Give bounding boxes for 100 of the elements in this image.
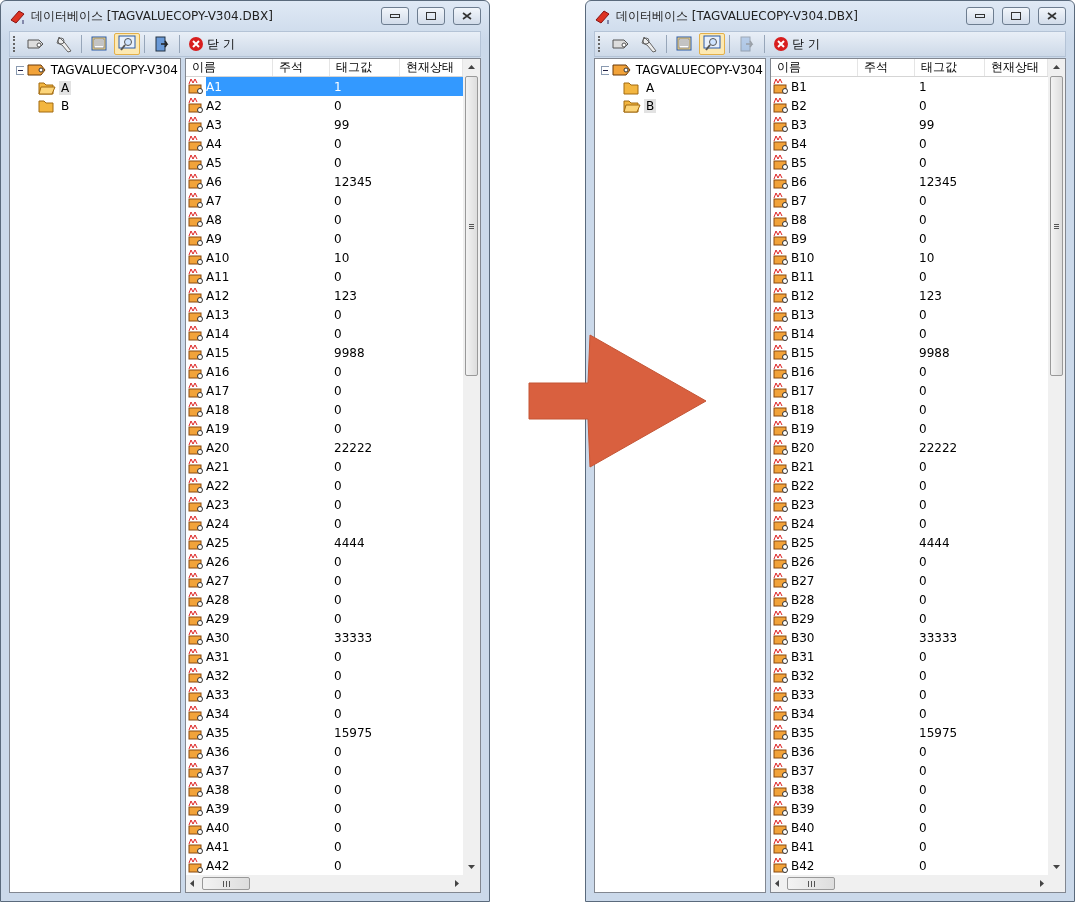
tag-name[interactable]: A34 <box>206 706 230 721</box>
tag-name[interactable]: A2 <box>206 98 222 113</box>
tag-name[interactable]: A30 <box>206 630 230 645</box>
scroll-thumb[interactable] <box>202 877 250 890</box>
tag-name[interactable]: A41 <box>206 839 230 854</box>
tree-item[interactable]: A <box>59 81 72 95</box>
tag-name[interactable]: B11 <box>791 269 815 284</box>
scroll-thumb[interactable] <box>465 76 478 376</box>
tag-name[interactable]: B18 <box>791 402 815 417</box>
tag-name[interactable]: B1 <box>791 79 807 94</box>
tag-name[interactable]: B4 <box>791 136 807 151</box>
tag-name[interactable]: B31 <box>791 649 815 664</box>
tag-name[interactable]: B15 <box>791 345 815 360</box>
tag-name[interactable]: B39 <box>791 801 815 816</box>
tag-name[interactable]: B19 <box>791 421 815 436</box>
tag-name[interactable]: A12 <box>206 288 230 303</box>
vertical-scrollbar[interactable] <box>1048 59 1065 875</box>
tag-name[interactable]: A32 <box>206 668 230 683</box>
scroll-right-icon[interactable] <box>455 880 459 887</box>
tag-name[interactable]: A16 <box>206 364 230 379</box>
tag-name[interactable]: A6 <box>206 174 222 189</box>
horizontal-scrollbar[interactable] <box>186 875 463 892</box>
tag-name[interactable]: A23 <box>206 497 230 512</box>
tag-name[interactable]: B37 <box>791 763 815 778</box>
tag-name[interactable]: B24 <box>791 516 815 531</box>
toolbar-button[interactable] <box>699 33 725 55</box>
column-header[interactable]: 태그값 <box>915 59 985 76</box>
tag-name[interactable]: A3 <box>206 117 222 132</box>
tag-name[interactable]: A35 <box>206 725 230 740</box>
tag-name[interactable]: A42 <box>206 858 230 873</box>
tag-name[interactable]: B33 <box>791 687 815 702</box>
tree-root[interactable]: TAGVALUECOPY-V304 <box>48 63 180 77</box>
tag-name[interactable]: A11 <box>206 269 230 284</box>
tag-name[interactable]: B9 <box>791 231 807 246</box>
horizontal-scrollbar[interactable] <box>771 875 1048 892</box>
minimize-button[interactable] <box>381 7 409 25</box>
tag-name[interactable]: B17 <box>791 383 815 398</box>
tag-name[interactable]: A24 <box>206 516 230 531</box>
tag-name[interactable]: B20 <box>791 440 815 455</box>
tag-name[interactable]: A38 <box>206 782 230 797</box>
close-button[interactable] <box>453 7 481 25</box>
tree-item[interactable]: B <box>644 99 657 113</box>
tag-name[interactable]: B2 <box>791 98 807 113</box>
column-header[interactable]: 주석 <box>858 59 915 76</box>
tag-name[interactable]: A14 <box>206 326 230 341</box>
minimize-button[interactable] <box>966 7 994 25</box>
tag-name[interactable]: A40 <box>206 820 230 835</box>
tag-name[interactable]: B13 <box>791 307 815 322</box>
tag-name[interactable]: A25 <box>206 535 230 550</box>
tag-name[interactable]: B25 <box>791 535 815 550</box>
close-toolbar-button[interactable]: 닫 기 <box>184 33 239 55</box>
column-header[interactable]: 태그값 <box>330 59 400 76</box>
vertical-scrollbar[interactable] <box>463 59 480 875</box>
tag-name[interactable]: A15 <box>206 345 230 360</box>
tag-name[interactable]: B28 <box>791 592 815 607</box>
maximize-button[interactable] <box>1002 7 1030 25</box>
tag-name[interactable]: B7 <box>791 193 807 208</box>
tag-name[interactable]: B6 <box>791 174 807 189</box>
maximize-button[interactable] <box>417 7 445 25</box>
tag-name[interactable]: A36 <box>206 744 230 759</box>
tag-name[interactable]: B32 <box>791 668 815 683</box>
scroll-right-icon[interactable] <box>1040 880 1044 887</box>
scroll-thumb[interactable] <box>1050 76 1063 376</box>
column-header[interactable]: 이름 <box>771 59 858 76</box>
tag-name[interactable]: A4 <box>206 136 222 151</box>
column-header[interactable]: 이름 <box>186 59 273 76</box>
tag-name[interactable]: B36 <box>791 744 815 759</box>
tag-name[interactable]: A19 <box>206 421 230 436</box>
tag-name[interactable]: A13 <box>206 307 230 322</box>
tag-name[interactable]: A21 <box>206 459 230 474</box>
tag-name[interactable]: B41 <box>791 839 815 854</box>
tag-name[interactable]: B42 <box>791 858 815 873</box>
tag-name[interactable]: B23 <box>791 497 815 512</box>
tag-name[interactable]: B38 <box>791 782 815 797</box>
tag-name[interactable]: A27 <box>206 573 230 588</box>
tag-name[interactable]: A26 <box>206 554 230 569</box>
tree-root[interactable]: TAGVALUECOPY-V304 <box>633 63 765 77</box>
tag-name[interactable]: A7 <box>206 193 222 208</box>
tag-name[interactable]: B34 <box>791 706 815 721</box>
tag-name[interactable]: A28 <box>206 592 230 607</box>
tag-name[interactable]: A10 <box>206 250 230 265</box>
tag-name[interactable]: B40 <box>791 820 815 835</box>
scroll-up-icon[interactable] <box>468 65 475 69</box>
tag-name[interactable]: A5 <box>206 155 222 170</box>
tag-name[interactable]: B10 <box>791 250 815 265</box>
scroll-down-icon[interactable] <box>1053 865 1060 869</box>
column-header[interactable]: 주석 <box>273 59 330 76</box>
tag-name[interactable]: A22 <box>206 478 230 493</box>
tag-name[interactable]: A18 <box>206 402 230 417</box>
tag-name[interactable]: B26 <box>791 554 815 569</box>
tag-name[interactable]: A9 <box>206 231 222 246</box>
tag-name[interactable]: B5 <box>791 155 807 170</box>
tag-name[interactable]: A31 <box>206 649 230 664</box>
scroll-left-icon[interactable] <box>190 880 194 887</box>
tag-name[interactable]: A8 <box>206 212 222 227</box>
scroll-thumb[interactable] <box>787 877 835 890</box>
tag-name[interactable]: A37 <box>206 763 230 778</box>
tag-name[interactable]: B3 <box>791 117 807 132</box>
scroll-left-icon[interactable] <box>775 880 779 887</box>
tag-name[interactable]: B8 <box>791 212 807 227</box>
